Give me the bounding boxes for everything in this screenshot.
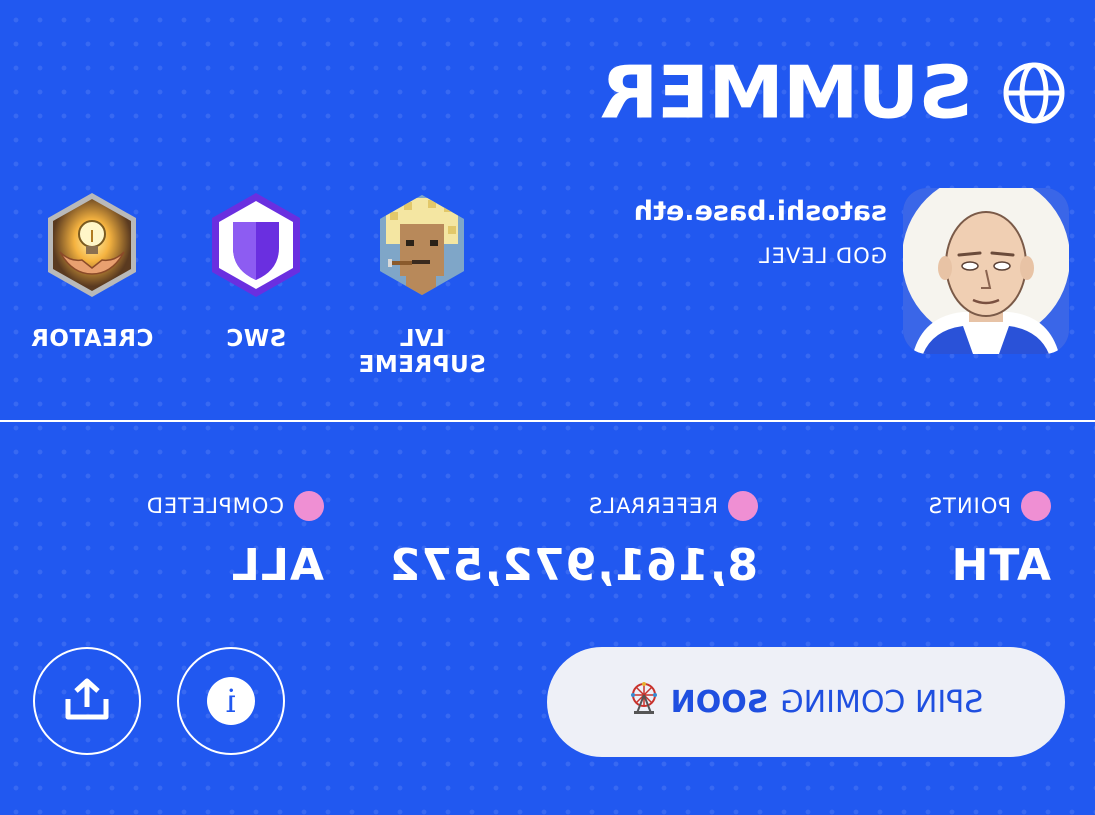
- stat-label-row: COMPLETED: [146, 490, 324, 522]
- shield-icon: [206, 190, 306, 300]
- mirrored-stage: SUMMER satoshi.base.eth GOD LEVEL LVL SU…: [0, 0, 1095, 815]
- info-icon: i: [207, 677, 255, 725]
- brand-header: SUMMER: [600, 50, 1065, 135]
- stat-points: POINTS ATH: [928, 490, 1051, 591]
- pink-dot-icon: [1021, 491, 1051, 521]
- badge-label: SWC: [225, 326, 287, 352]
- pixel-punk-icon: [372, 190, 472, 300]
- badge-lvl-supreme[interactable]: LVL SUPREME: [337, 190, 507, 378]
- info-button[interactable]: i: [177, 647, 285, 755]
- username: satoshi.base.eth: [633, 196, 887, 227]
- app-root: SUMMER satoshi.base.eth GOD LEVEL LVL SU…: [0, 0, 1095, 815]
- pink-dot-icon: [728, 491, 758, 521]
- globe-icon[interactable]: [1003, 62, 1065, 124]
- stat-completed: COMPLETED ALL: [146, 490, 324, 591]
- stat-label: REFERRALS: [588, 494, 718, 518]
- user-level: GOD LEVEL: [758, 244, 887, 268]
- brand-wordmark: SUMMER: [600, 50, 973, 135]
- stat-label-row: POINTS: [928, 490, 1051, 522]
- stat-label-row: REFERRALS: [389, 490, 758, 522]
- badge-label: CREATOR: [30, 326, 154, 352]
- stat-referrals: REFERRALS 8,161,972,572: [389, 490, 758, 591]
- stat-value: 8,161,972,572: [388, 540, 758, 591]
- ferris-wheel-icon: [629, 682, 659, 722]
- pink-dot-icon: [294, 491, 324, 521]
- badge-swc[interactable]: SWC: [171, 190, 341, 352]
- spin-coming-soon-button[interactable]: SPIN COMING SOON: [547, 647, 1065, 757]
- avatar[interactable]: [903, 188, 1069, 354]
- share-button[interactable]: [33, 647, 141, 755]
- stat-value: ATH: [950, 540, 1051, 591]
- spin-prefix: SPIN COMING: [780, 684, 984, 720]
- spin-emphasis: SOON: [670, 684, 769, 720]
- badge-creator[interactable]: CREATOR: [7, 190, 177, 352]
- lightbulb-hands-icon: [42, 190, 142, 300]
- share-upload-icon: [62, 677, 112, 726]
- section-divider: [0, 420, 1095, 422]
- stat-value: ALL: [230, 540, 324, 591]
- badge-label: LVL SUPREME: [358, 326, 486, 378]
- stat-label: POINTS: [927, 494, 1011, 518]
- bald-man-avatar: [903, 188, 1069, 354]
- stat-label: COMPLETED: [145, 494, 284, 518]
